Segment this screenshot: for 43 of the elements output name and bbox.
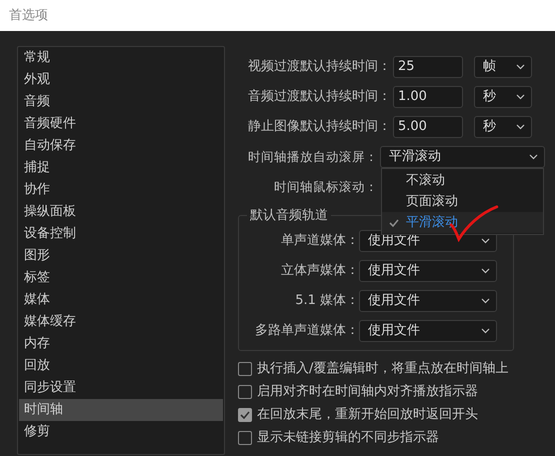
checkbox-label: 执行插入/覆盖编辑时，将重点放在时间轴上 [257, 360, 508, 378]
sidebar-item[interactable]: 操纵面板 [19, 201, 223, 223]
sidebar-item[interactable]: 常规 [19, 47, 223, 69]
field-label: 时间轴鼠标滚动： [273, 178, 378, 196]
sidebar-item[interactable]: 音频硬件 [19, 113, 223, 135]
unit-dropdown[interactable]: 帧 [474, 56, 532, 78]
field-label: 时间轴播放自动滚屏： [247, 148, 378, 166]
sidebar-item[interactable]: 标签 [19, 267, 223, 289]
sidebar-item[interactable]: 媒体 [19, 289, 223, 311]
field-label: 静止图像默认持续时间： [247, 118, 391, 136]
sidebar-item[interactable]: 修剪 [19, 421, 223, 443]
dropdown-option[interactable]: 不滚动 [382, 170, 543, 191]
field-label: 立体声媒体： [280, 262, 359, 280]
number-field[interactable]: 25 [393, 56, 463, 78]
sidebar-item[interactable]: 同步设置 [19, 377, 223, 399]
sidebar-item[interactable]: 时间轴 [19, 399, 223, 421]
field-label: 音频过渡默认持续时间： [247, 88, 391, 106]
sidebar-item[interactable]: 媒体缓存 [19, 311, 223, 333]
window-title: 首选项 [0, 0, 555, 31]
sidebar-item[interactable]: 音频 [19, 91, 223, 113]
sidebar-item[interactable]: 设备控制 [19, 223, 223, 245]
unit-dropdown[interactable]: 秒 [474, 86, 532, 108]
sidebar-item[interactable]: 协作 [19, 179, 223, 201]
sidebar-item[interactable]: 捕捉 [19, 157, 223, 179]
number-field[interactable]: 1.00 [393, 86, 463, 108]
sidebar-item[interactable]: 外观 [19, 69, 223, 91]
number-field[interactable]: 5.00 [393, 116, 463, 138]
sidebar-item[interactable]: 自动保存 [19, 135, 223, 157]
dropdown-option[interactable]: 页面滚动 [382, 191, 543, 212]
field-label: 5.1 媒体： [294, 292, 359, 310]
checkbox-label: 启用对齐时在时间轴内对齐播放指示器 [257, 382, 478, 401]
unit-dropdown[interactable]: 秒 [474, 116, 532, 138]
sidebar-item[interactable]: 图形 [19, 245, 223, 267]
field-label: 单声道媒体： [280, 232, 359, 250]
checkbox-label: 在回放末尾，重新开始回放时返回开头 [257, 406, 478, 424]
sidebar-item[interactable]: 回放 [19, 355, 223, 377]
media-dropdown[interactable]: 使用文件 [359, 320, 497, 342]
checkbox-label: 显示未链接剪辑的不同步指示器 [257, 428, 439, 447]
media-dropdown[interactable]: 使用文件 [359, 260, 497, 282]
media-dropdown[interactable]: 使用文件 [359, 290, 497, 312]
field-label: 视频过渡默认持续时间： [247, 58, 391, 76]
field-label: 多路单声道媒体： [254, 322, 359, 340]
sidebar-item[interactable]: 内存 [19, 333, 223, 355]
